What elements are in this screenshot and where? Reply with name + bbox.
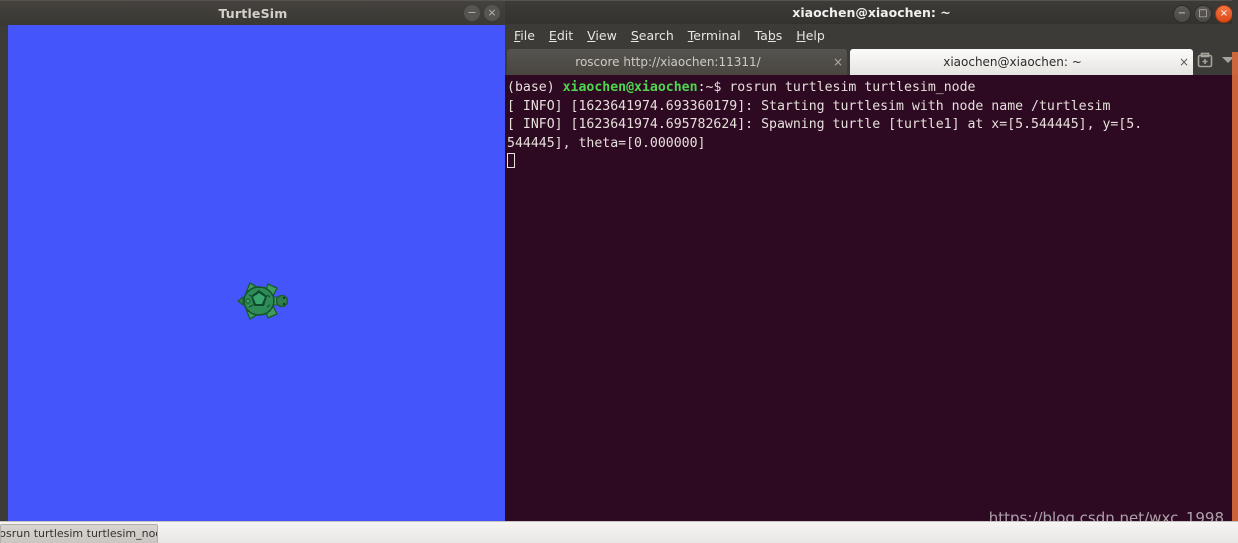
menu-tabs[interactable]: Tabs xyxy=(755,28,783,43)
terminal-line-info-3: 544445], theta=[0.000000] xyxy=(507,135,706,151)
tab-roscore-label: roscore http://xiaochen:11311/ xyxy=(575,55,761,69)
menu-edit-mnemonic: E xyxy=(548,28,557,43)
menu-search-mnemonic: S xyxy=(630,28,639,43)
menu-view[interactable]: View xyxy=(587,28,617,43)
turtle-sprite xyxy=(236,277,289,325)
taskbar-item-turtlesim[interactable]: rosrun turtlesim turtlesim_node xyxy=(0,524,158,543)
turtlesim-title: TurtleSim xyxy=(218,6,288,21)
minimize-icon[interactable]: − xyxy=(1173,5,1191,23)
turtlesim-window-controls: − × xyxy=(464,5,500,21)
menu-terminal[interactable]: Terminal xyxy=(688,28,741,43)
terminal-title: xiaochen@xiaochen: ~ xyxy=(792,5,951,20)
menu-search-post: earch xyxy=(638,28,674,43)
menu-tabs-mnemonic: b xyxy=(767,28,776,43)
terminal-cursor-line xyxy=(507,153,1238,172)
prompt-user-host: xiaochen@xiaochen xyxy=(562,80,698,95)
terminal-line-info-1: [ INFO] [1623641974.693360179]: Starting… xyxy=(507,98,1111,114)
terminal-tabbar: roscore http://xiaochen:11311/ × xiaoche… xyxy=(505,47,1238,75)
text-cursor xyxy=(507,153,515,168)
menu-file[interactable]: File xyxy=(514,28,535,43)
tab-roscore-close-icon[interactable]: × xyxy=(829,55,847,69)
tab-shell-label: xiaochen@xiaochen: ~ xyxy=(943,55,1082,69)
tab-roscore[interactable]: roscore http://xiaochen:11311/ × xyxy=(507,49,847,75)
maximize-icon[interactable]: □ xyxy=(1194,5,1212,23)
new-tab-icon[interactable] xyxy=(1196,51,1214,69)
menu-help-post: elp xyxy=(805,28,825,43)
menu-search[interactable]: Search xyxy=(631,28,674,43)
terminal-window[interactable]: xiaochen@xiaochen: ~ − □ × File Edit Vie… xyxy=(505,0,1238,543)
tab-tools xyxy=(1196,51,1234,69)
menu-help-mnemonic: H xyxy=(796,28,806,43)
close-icon[interactable]: × xyxy=(1215,5,1233,23)
menu-help[interactable]: Help xyxy=(796,28,825,43)
prompt-env: (base) xyxy=(507,80,563,95)
terminal-line-info-2: [ INFO] [1623641974.695782624]: Spawning… xyxy=(507,117,1143,132)
menu-edit-post: dit xyxy=(556,28,574,43)
taskbar-item-label: rosrun turtlesim turtlesim_node xyxy=(0,527,158,540)
turtlesim-canvas[interactable] xyxy=(8,25,506,522)
turtlesim-titlebar[interactable]: TurtleSim − × xyxy=(0,0,506,26)
taskbar: rosrun turtlesim turtlesim_node xyxy=(0,521,1238,543)
menu-tabs-post: s xyxy=(775,28,783,43)
menu-view-post: iew xyxy=(595,28,617,43)
minimize-icon[interactable]: − xyxy=(464,5,480,21)
terminal-menubar: File Edit View Search Terminal Tabs Help xyxy=(505,24,1238,47)
tab-shell[interactable]: xiaochen@xiaochen: ~ × xyxy=(850,49,1193,75)
menu-edit[interactable]: Edit xyxy=(549,28,573,43)
menu-terminal-post: erminal xyxy=(693,28,741,43)
terminal-output[interactable]: (base) xiaochen@xiaochen:~$ rosrun turtl… xyxy=(505,75,1238,543)
prompt-path: :~$ xyxy=(697,80,730,95)
menu-file-post: ile xyxy=(520,28,535,43)
screen: TurtleSim − × xiaochen@xiaochen: ~ − □ ×… xyxy=(0,0,1238,543)
right-edge-strip-top xyxy=(1232,0,1238,52)
terminal-line-command: (base) xiaochen@xiaochen:~$ rosrun turtl… xyxy=(507,79,1238,98)
close-icon[interactable]: × xyxy=(484,5,500,21)
turtlesim-window[interactable]: TurtleSim − × xyxy=(0,0,506,522)
tab-shell-close-icon[interactable]: × xyxy=(1175,55,1193,69)
command-text: rosrun turtlesim turtlesim_node xyxy=(729,80,976,95)
menu-tabs-pre: Ta xyxy=(754,28,768,43)
terminal-window-controls: − □ × xyxy=(1173,5,1233,23)
right-edge-strip xyxy=(1232,0,1238,543)
terminal-titlebar[interactable]: xiaochen@xiaochen: ~ − □ × xyxy=(505,0,1238,25)
